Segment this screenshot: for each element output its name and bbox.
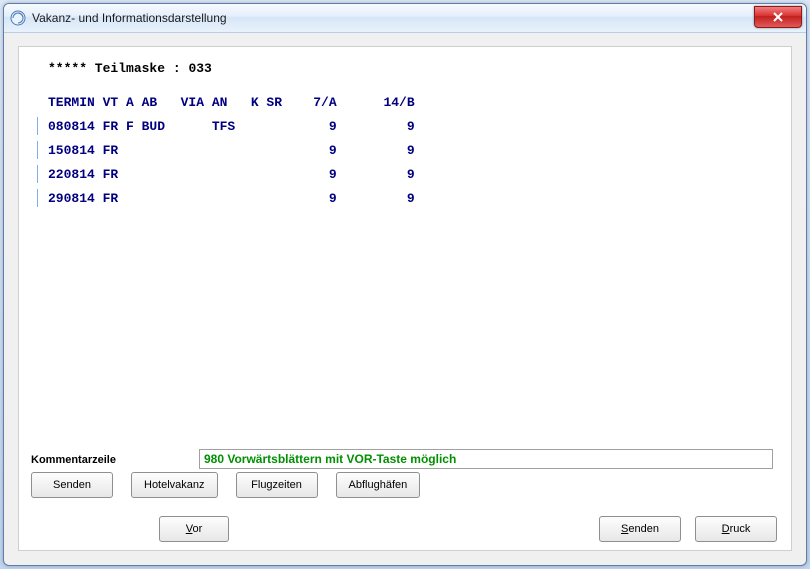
mask-id: 033 — [188, 61, 211, 76]
table-row: 220814 FR 9 9 — [38, 162, 786, 186]
row-text: 080814 FR F BUD TFS 9 9 — [48, 119, 415, 134]
comment-area: Kommentarzeile 980 Vorwärtsblättern mit … — [31, 452, 779, 466]
availability-grid: TERMIN VT A AB VIA AN K SR 7/A 14/B 08081… — [38, 90, 786, 210]
send-button[interactable]: Senden — [31, 472, 113, 498]
button-row-1: Senden Hotelvakanz Flugzeiten Abflughäfe… — [31, 472, 420, 498]
titlebar: Vakanz- und Informationsdarstellung — [4, 4, 806, 33]
table-row: 150814 FR 9 9 — [38, 138, 786, 162]
table-row: 080814 FR F BUD TFS 9 9 — [38, 114, 786, 138]
app-window: Vakanz- und Informationsdarstellung ****… — [3, 3, 807, 566]
table-row: 290814 FR 9 9 — [38, 186, 786, 210]
button-row-2: Vor — [159, 516, 229, 542]
comment-label: Kommentarzeile — [31, 454, 116, 466]
grid-header: TERMIN VT A AB VIA AN K SR 7/A 14/B — [48, 95, 415, 110]
row-text: 290814 FR 9 9 — [48, 191, 415, 206]
content-panel: ***** Teilmaske : 033 TERMIN VT A AB VIA… — [18, 46, 792, 551]
forward-button[interactable]: Vor — [159, 516, 229, 542]
app-icon — [10, 10, 26, 26]
hotel-vacancy-button[interactable]: Hotelvakanz — [131, 472, 218, 498]
departure-airports-button[interactable]: Abflughäfen — [336, 472, 421, 498]
row-text: 150814 FR 9 9 — [48, 143, 415, 158]
print-button[interactable]: Druck — [695, 516, 777, 542]
button-row-3: Senden Druck — [599, 516, 777, 542]
send-button-2[interactable]: Senden — [599, 516, 681, 542]
mask-prefix: ***** Teilmaske : — [48, 61, 181, 76]
comment-field[interactable]: 980 Vorwärtsblättern mit VOR-Taste mögli… — [199, 449, 773, 469]
row-text: 220814 FR 9 9 — [48, 167, 415, 182]
window-title: Vakanz- und Informationsdarstellung — [32, 11, 227, 25]
flight-times-button[interactable]: Flugzeiten — [236, 472, 318, 498]
close-button[interactable] — [754, 6, 802, 28]
mask-heading: ***** Teilmaske : 033 — [48, 61, 786, 76]
